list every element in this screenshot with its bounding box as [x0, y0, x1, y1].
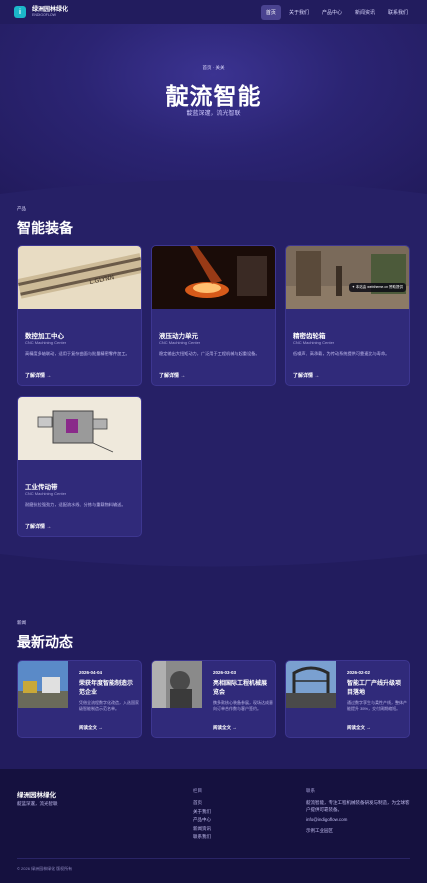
product-image: L.GLYNN — [18, 246, 141, 309]
main-nav: 首页 关于我们 产品中心 新闻资讯 联系我们 — [260, 4, 413, 20]
products-section: 产品 智能装备 L.GLYNN 数控加工中心 CNC Machining Cen… — [0, 194, 427, 569]
nav-item-contact[interactable]: 联系我们 — [383, 5, 413, 20]
news-card[interactable]: 2026-04-04 荣获年度智能制造示范企业 凭借全流程数字化改造，入选国家级… — [17, 660, 142, 738]
hero-banner: 首页 · 关关 靛流智能 靛蓝深邃，流光智联 — [0, 24, 427, 194]
footer-copyright: © 2026 绿洲园林绿化 版权所有 — [17, 866, 73, 871]
news-image — [18, 661, 68, 708]
news-card[interactable]: 2026-03-03 亮相国际工程机械展览会 携多款核心装备参展，现场达成意向订… — [151, 660, 276, 738]
nav-item-news[interactable]: 新闻资讯 — [350, 5, 380, 20]
product-description: 耐磨抗拉强劲力，适配流水线、分拣与重载物料输送。 — [25, 502, 126, 507]
footer-tagline: 靛蓝深邃，流光智联 — [17, 801, 58, 806]
product-title: 精密齿轮箱 — [293, 333, 326, 340]
product-description: 低噪声、高承载，为传动系统提供可靠速比与寿命。 — [293, 351, 390, 356]
logo-icon[interactable]: i — [14, 6, 26, 18]
hero-wave-divider — [0, 180, 427, 194]
footer-divider — [17, 858, 410, 859]
brand-name: 绿洲园林绿化 — [32, 6, 69, 13]
product-image — [18, 397, 141, 460]
footer-link-about[interactable]: 关于我们 — [193, 809, 211, 815]
product-subtitle: CNC Machining Center — [25, 491, 67, 496]
news-title: 亮相国际工程机械展览会 — [213, 681, 268, 696]
product-title: 液压动力单元 — [159, 333, 198, 340]
news-title: 荣获年度智能制造示范企业 — [79, 681, 134, 696]
footer-link-news[interactable]: 新闻资讯 — [193, 826, 211, 832]
nav-item-home[interactable]: 首页 — [260, 4, 281, 20]
footer-contact-email[interactable]: info@indigoflow.com — [306, 817, 411, 824]
footer-contact: 靛流智能，专注工程机械装备研发与制造，为全球客户提供可靠装备。 info@ind… — [306, 800, 411, 838]
product-description: 稳定输出大扭矩动力，广泛用于工程机械与起重设备。 — [159, 351, 260, 356]
product-card[interactable]: 液压动力单元 CNC Machining Center 稳定输出大扭矩动力，广泛… — [151, 245, 276, 386]
product-link[interactable]: 了解详情 → — [25, 372, 51, 379]
footer-link-contact[interactable]: 联系我们 — [193, 834, 211, 840]
footer-contact-address: 示例工业园区 — [306, 827, 333, 833]
news-link[interactable]: 阅读全文 → — [213, 725, 237, 731]
product-card[interactable]: L.GLYNN 数控加工中心 CNC Machining Center 高精度多… — [17, 245, 142, 386]
footer-link-home[interactable]: 首页 — [193, 800, 211, 806]
footer-brand: 绿洲园林绿化 — [17, 792, 56, 799]
product-image — [152, 246, 275, 309]
brand[interactable]: 绿洲园林绿化 ENDIGOFLOW — [32, 7, 68, 18]
news-link[interactable]: 阅读全文 → — [347, 725, 371, 731]
product-subtitle: CNC Machining Center — [25, 340, 67, 345]
page-title: 靛流智能 — [165, 83, 262, 109]
news-image — [152, 661, 202, 708]
nav-item-about[interactable]: 关于我们 — [284, 5, 314, 20]
site-footer: 绿洲园林绿化 靛蓝深邃，流光智联 栏目 首页 关于我们 产品中心 新闻资讯 联系… — [0, 769, 427, 883]
footer-contact-title: 联系 — [306, 788, 315, 793]
footer-links-title: 栏目 — [193, 788, 202, 793]
product-image: ✦ 本站由 webtheme.cn 赞助提供 — [286, 246, 409, 309]
section-wave-divider — [0, 554, 427, 569]
section-title: 智能装备 — [17, 220, 73, 236]
product-title: 工业传动带 — [25, 484, 58, 491]
breadcrumb: 首页 · 关关 — [202, 65, 225, 70]
product-card[interactable]: ✦ 本站由 webtheme.cn 赞助提供 精密齿轮箱 CNC Machini… — [285, 245, 410, 386]
product-subtitle: CNC Machining Center — [159, 340, 201, 345]
news-description: 通过数字孪生与柔性产线，整体产能提升 35%，交付周期缩短。 — [347, 700, 407, 711]
news-date: 2026-04-04 — [79, 670, 103, 675]
product-card[interactable]: 工业传动带 CNC Machining Center 耐磨抗拉强劲力，适配流水线… — [17, 396, 142, 537]
product-link[interactable]: 了解详情 → — [293, 372, 319, 379]
section-kicker: 产品 — [17, 206, 26, 211]
site-header: i 绿洲园林绿化 ENDIGOFLOW 首页 关于我们 产品中心 新闻资讯 联系… — [0, 0, 427, 24]
nav-item-products[interactable]: 产品中心 — [317, 5, 347, 20]
sponsor-badge[interactable]: ✦ 本站由 webtheme.cn 赞助提供 — [348, 283, 406, 292]
footer-contact-intro: 靛流智能，专注工程机械装备研发与制造，为全球客户提供可靠装备。 — [306, 800, 410, 812]
news-date: 2026-03-03 — [213, 670, 237, 675]
news-card[interactable]: 2026-02-02 智能工厂产线升级项目落地 通过数字孪生与柔性产线，整体产能… — [285, 660, 410, 738]
product-description: 高精度多轴联动，适用于复杂曲面与批量精密零件加工。 — [25, 351, 130, 356]
news-title: 智能工厂产线升级项目落地 — [347, 681, 402, 696]
product-link[interactable]: 了解详情 → — [159, 372, 185, 379]
section-title: 最新动态 — [17, 634, 73, 650]
section-kicker: 新闻 — [17, 620, 26, 625]
news-description: 凭借全流程数字化改造，入选国家级智能制造示范名单。 — [79, 700, 139, 711]
page-subtitle: 靛蓝深邃，流光智联 — [186, 111, 241, 117]
news-image — [286, 661, 336, 708]
product-title: 数控加工中心 — [25, 333, 64, 340]
brand-sub: ENDIGOFLOW — [32, 12, 56, 17]
footer-link-products[interactable]: 产品中心 — [193, 817, 211, 823]
news-link[interactable]: 阅读全文 → — [79, 725, 103, 731]
product-link[interactable]: 了解详情 → — [25, 523, 51, 530]
news-date: 2026-02-02 — [347, 670, 371, 675]
footer-links: 首页 关于我们 产品中心 新闻资讯 联系我们 — [193, 800, 211, 840]
product-subtitle: CNC Machining Center — [293, 340, 335, 345]
news-section: 新闻 最新动态 2026-04-04 荣获年度智能制造示范企业 凭借全流程数字化… — [0, 569, 427, 769]
news-description: 携多款核心装备参展，现场达成意向订单合作数与客户签约。 — [213, 700, 273, 711]
